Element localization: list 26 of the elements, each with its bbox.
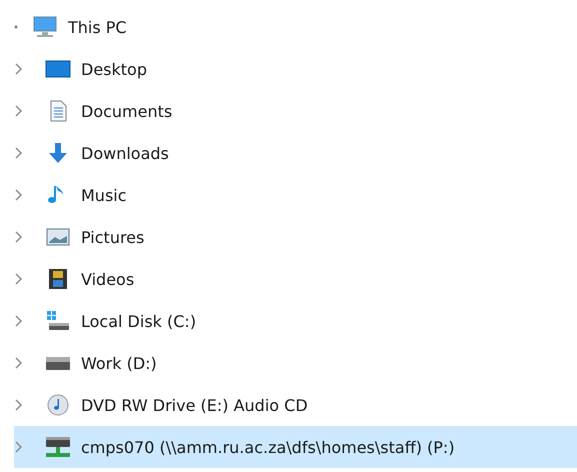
expand-chevron-icon[interactable]: [14, 357, 23, 369]
selected-tree-item[interactable]: cmps070 (\\amm.ru.ac.za\dfs\homes\staff) (P:): [14, 426, 577, 468]
tree-item[interactable]: Music: [14, 174, 577, 216]
expand-chevron-icon[interactable]: [14, 63, 23, 75]
expand-chevron-icon[interactable]: [14, 189, 23, 201]
tree-item[interactable]: Documents: [14, 90, 577, 132]
tree-item[interactable]: This PC: [14, 6, 577, 48]
disc-icon: [45, 393, 71, 417]
tree-item[interactable]: Desktop: [14, 48, 577, 90]
tree-item[interactable]: Local Disk (C:): [14, 300, 577, 342]
network-drive-icon: [45, 435, 71, 459]
tree-item[interactable]: DVD RW Drive (E:) Audio CD: [14, 384, 577, 426]
dot-icon[interactable]: [14, 25, 18, 29]
expand-chevron-icon[interactable]: [14, 147, 23, 159]
expand-chevron-icon[interactable]: [14, 315, 23, 327]
drive-icon: [45, 309, 71, 333]
tree-item[interactable]: Work (D:): [14, 342, 577, 384]
tree-item[interactable]: Downloads: [14, 132, 577, 174]
expand-chevron-icon[interactable]: [14, 231, 23, 243]
tree-item[interactable]: Pictures: [14, 216, 577, 258]
expand-chevron-icon[interactable]: [14, 441, 23, 453]
computer-icon: [32, 15, 58, 39]
expand-chevron-icon[interactable]: [14, 105, 23, 117]
expand-chevron-icon[interactable]: [14, 399, 23, 411]
tree-item[interactable]: Videos: [14, 258, 577, 300]
expand-chevron-icon[interactable]: [14, 273, 23, 285]
